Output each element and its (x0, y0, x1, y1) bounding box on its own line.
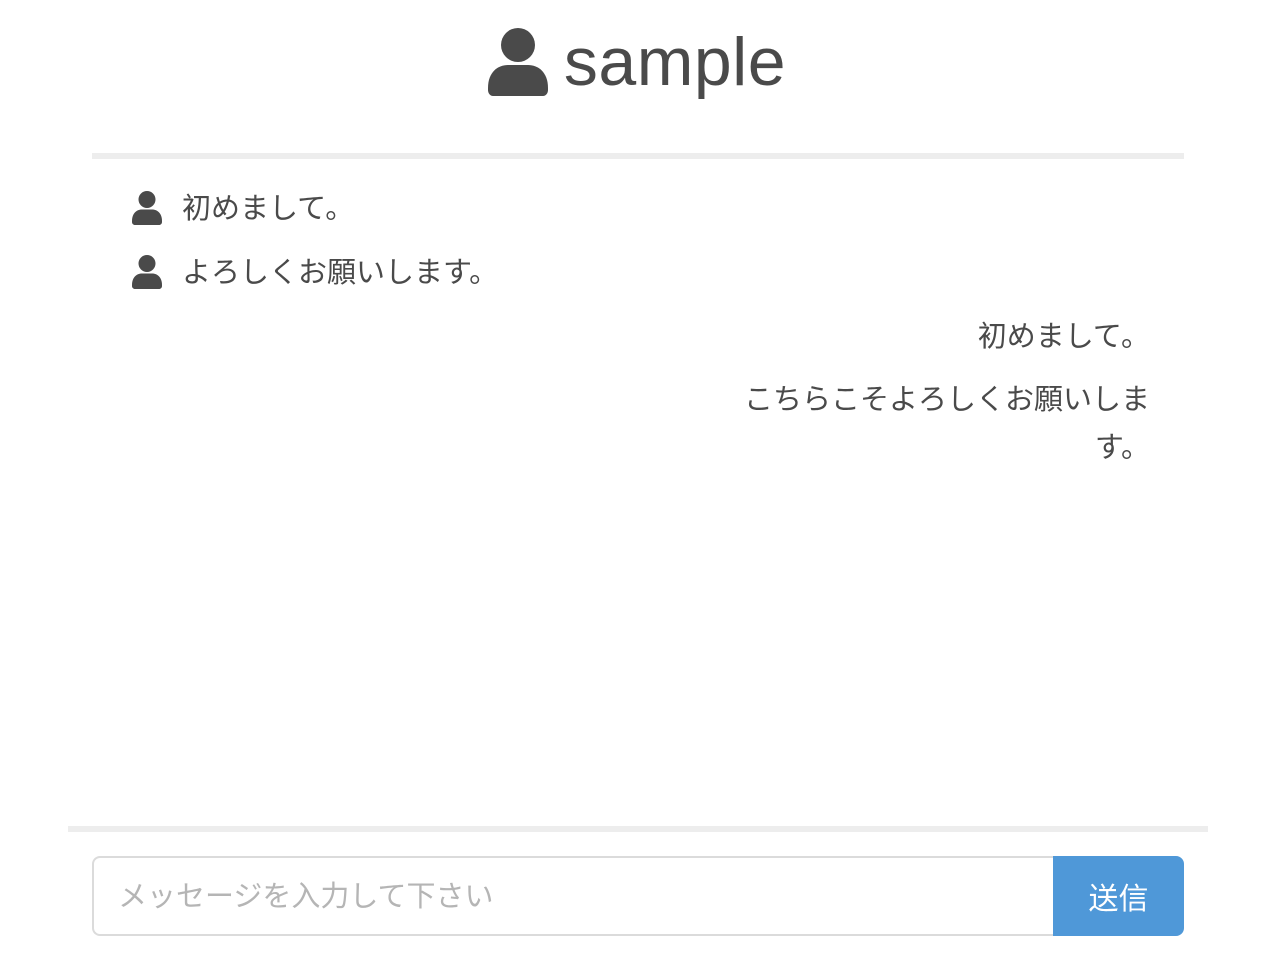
message-text: よろしくお願いします。 (182, 255, 499, 289)
user-icon (487, 28, 548, 96)
message-text-line: こちらこそよろしくお願いしま (743, 382, 1150, 416)
app-header: sample (0, 22, 1274, 102)
message-composer: 送信 (92, 856, 1184, 936)
message-input[interactable] (92, 856, 1053, 936)
message-text: 初めまして。 (977, 319, 1150, 353)
composer-divider (68, 826, 1208, 832)
message-list[interactable]: 初めまして。 よろしくお願いします。 初めまして。 こちらこそよろしくお願いしま… (92, 159, 1184, 819)
incoming-message: よろしくお願いします。 (132, 250, 498, 294)
user-icon (132, 191, 162, 225)
incoming-message: 初めまして。 (132, 186, 354, 230)
send-button[interactable]: 送信 (1053, 856, 1184, 936)
outgoing-message: こちらこそよろしくお願いしま す。 (744, 375, 1150, 471)
user-icon (132, 255, 162, 289)
outgoing-message: 初めまして。 (978, 312, 1150, 360)
message-text-line: す。 (1094, 430, 1150, 464)
page-title: sample (563, 24, 787, 100)
message-text: 初めまして。 (182, 191, 355, 225)
